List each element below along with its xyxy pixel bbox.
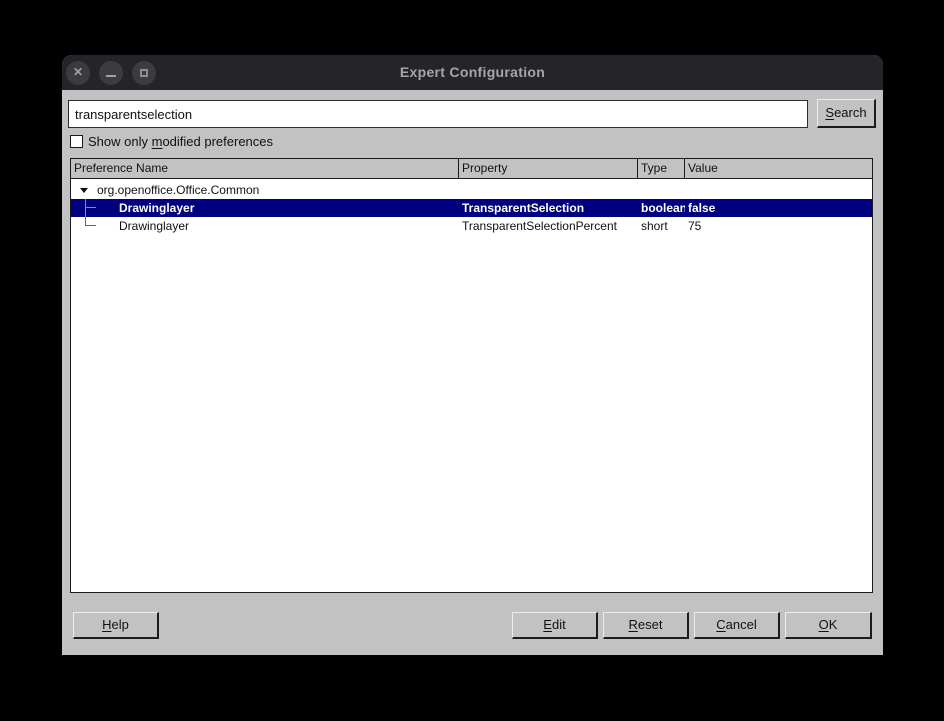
- cell-type: boolean: [641, 199, 685, 217]
- reset-button[interactable]: Reset: [603, 612, 689, 639]
- column-header-property[interactable]: Property: [459, 159, 638, 178]
- preferences-table: Preference Name Property Type Value org.…: [70, 158, 873, 593]
- table-body: org.openoffice.Office.Common Drawinglaye…: [71, 181, 872, 235]
- column-header-value[interactable]: Value: [685, 159, 872, 178]
- window-title: Expert Configuration: [62, 55, 883, 90]
- cell-value: false: [688, 199, 868, 217]
- help-button[interactable]: Help: [73, 612, 159, 639]
- cancel-button[interactable]: Cancel: [694, 612, 780, 639]
- cell-preference-name: Drawinglayer: [119, 217, 189, 235]
- tree-branch-icon: [85, 199, 96, 208]
- cell-type: short: [641, 217, 685, 235]
- ok-button[interactable]: OK: [785, 612, 872, 639]
- cell-property: TransparentSelectionPercent: [462, 217, 638, 235]
- tree-root-row[interactable]: org.openoffice.Office.Common: [71, 181, 872, 199]
- show-modified-checkbox[interactable]: [70, 135, 83, 148]
- search-button[interactable]: Search: [817, 99, 876, 128]
- expert-configuration-dialog: ✕ Expert Configuration Search Show only …: [62, 55, 883, 655]
- table-row[interactable]: Drawinglayer TransparentSelection boolea…: [71, 199, 872, 217]
- table-row[interactable]: Drawinglayer TransparentSelectionPercent…: [71, 217, 872, 235]
- tree-root-label: org.openoffice.Office.Common: [97, 181, 259, 199]
- cell-preference-name: Drawinglayer: [119, 199, 194, 217]
- titlebar: ✕ Expert Configuration: [62, 55, 883, 90]
- column-header-preference-name[interactable]: Preference Name: [71, 159, 459, 178]
- table-header: Preference Name Property Type Value: [71, 159, 872, 179]
- cell-property: TransparentSelection: [462, 199, 638, 217]
- tree-branch-end-icon: [85, 217, 96, 226]
- column-header-type[interactable]: Type: [638, 159, 685, 178]
- collapse-arrow-icon[interactable]: [80, 188, 88, 193]
- show-modified-checkbox-label: Show only modified preferences: [88, 134, 273, 149]
- edit-button[interactable]: Edit: [512, 612, 598, 639]
- cell-value: 75: [688, 217, 868, 235]
- search-input[interactable]: [68, 100, 808, 128]
